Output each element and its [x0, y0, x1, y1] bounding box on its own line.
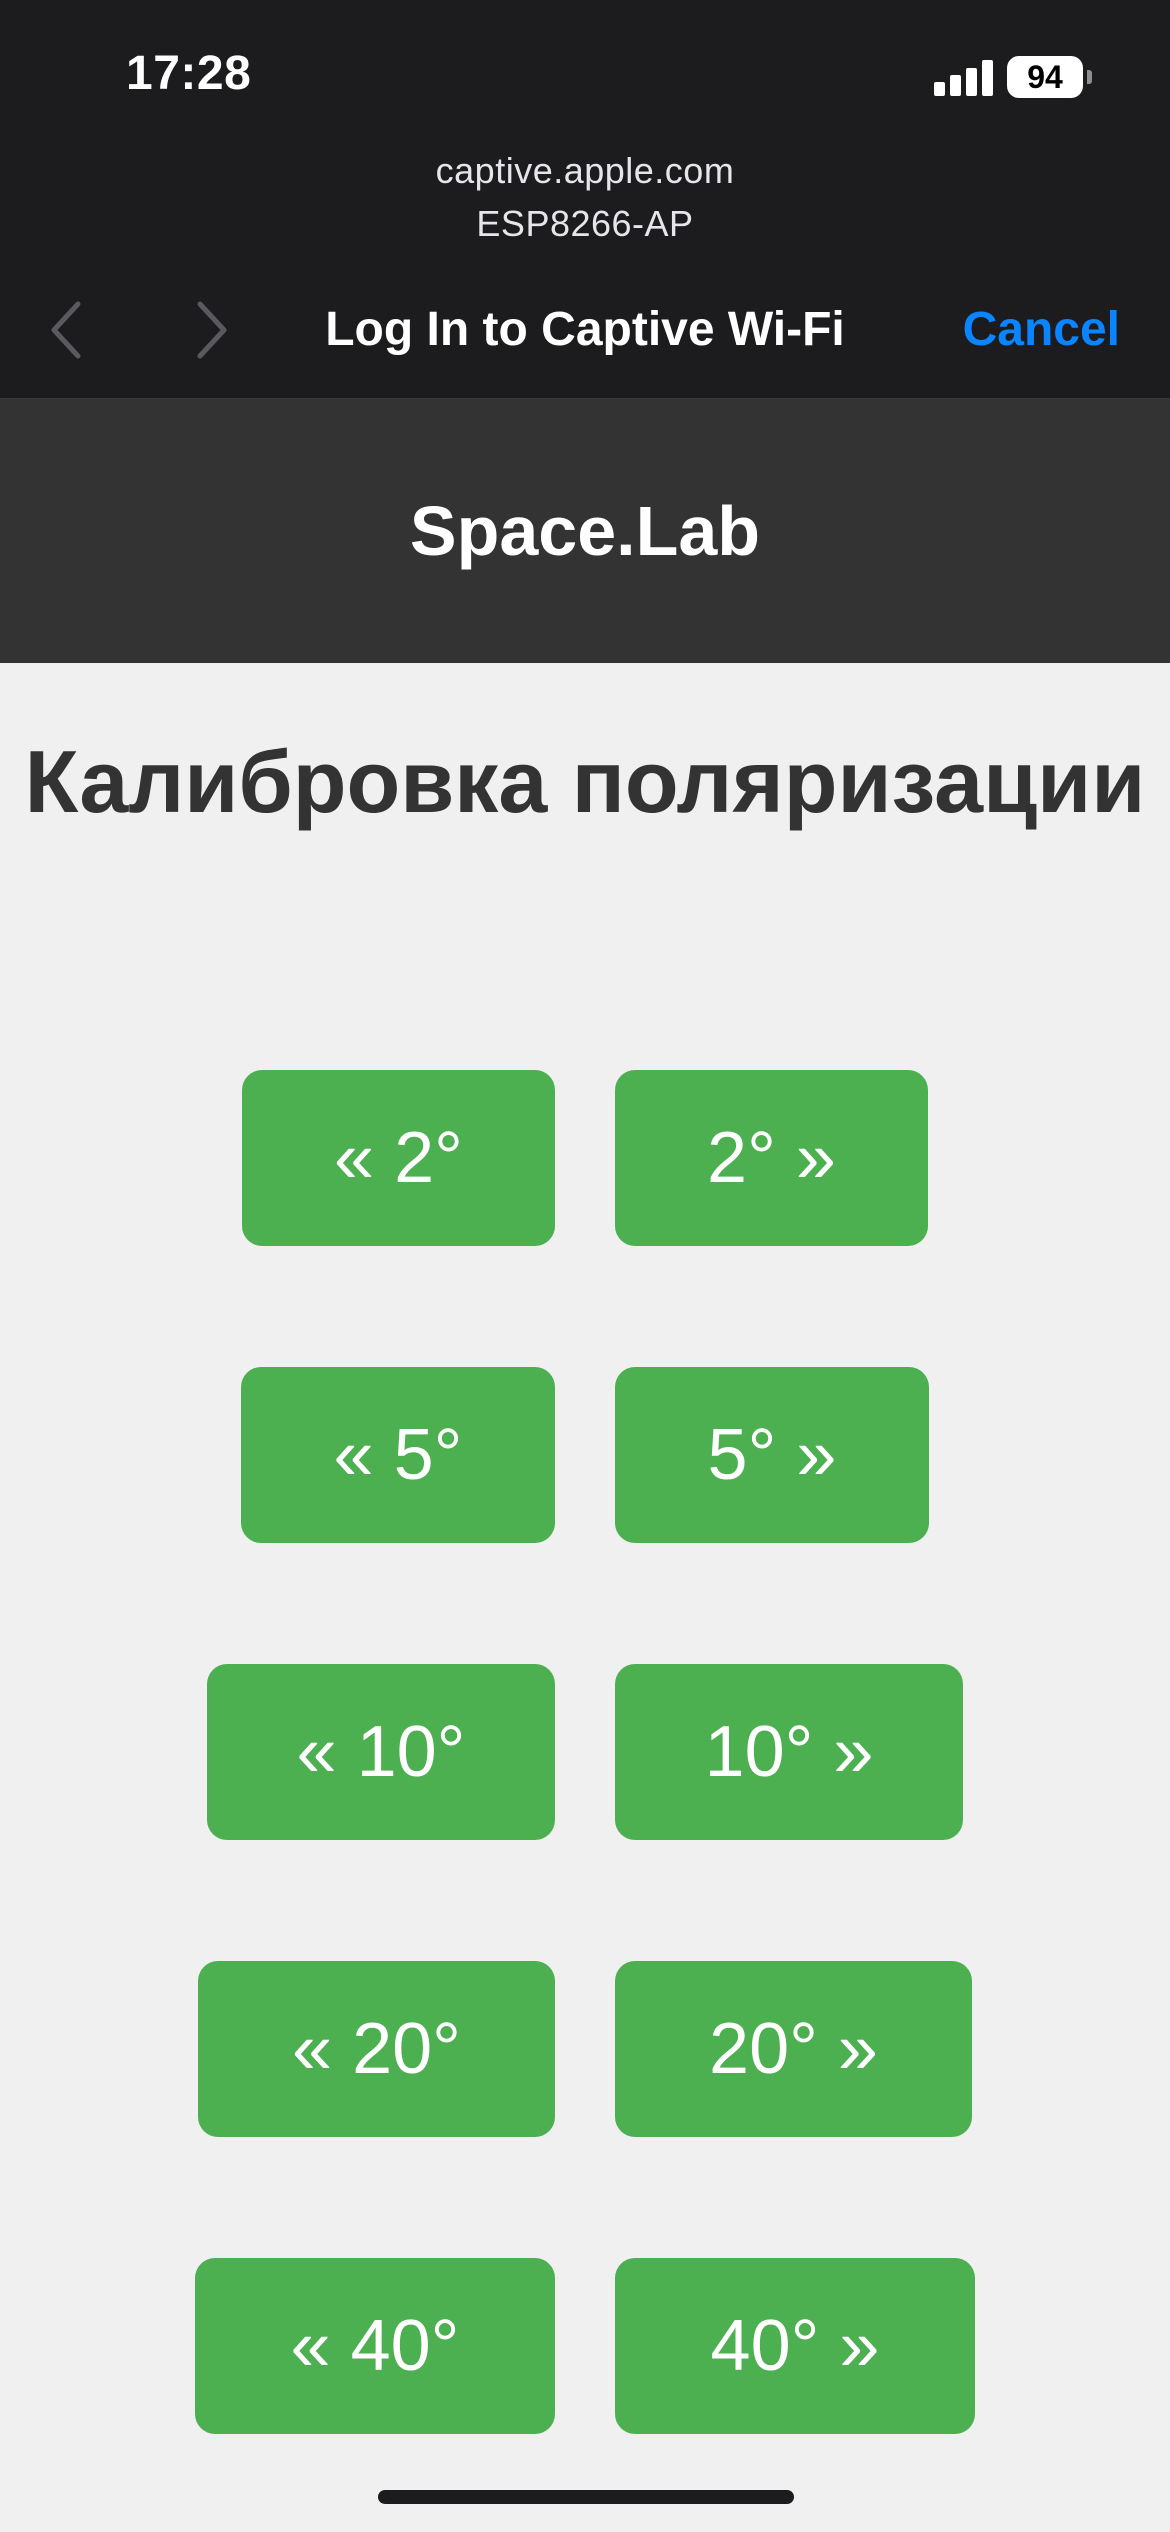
status-time: 17:28 [126, 47, 252, 100]
rotate-left-40-button[interactable]: « 40° [195, 2258, 555, 2434]
rotate-right-10-button[interactable]: 10° » [615, 1664, 963, 1840]
network-name: ESP8266-AP [476, 203, 694, 244]
rotate-left-5-button[interactable]: « 5° [241, 1367, 555, 1543]
url-text: captive.apple.com [435, 150, 735, 191]
rotate-right-2-button[interactable]: 2° » [615, 1070, 928, 1246]
rotate-right-20-button[interactable]: 20° » [615, 1961, 972, 2137]
rotate-left-2-button[interactable]: « 2° [242, 1070, 555, 1246]
rotate-right-40-button[interactable]: 40° » [615, 2258, 975, 2434]
home-indicator[interactable] [378, 2490, 794, 2504]
rotate-right-5-button[interactable]: 5° » [615, 1367, 929, 1543]
page-title-bar: Log In to Captive Wi-Fi [325, 303, 845, 356]
chevron-left-icon[interactable] [38, 298, 98, 362]
site-header: Space.Lab [0, 398, 1170, 663]
cellular-signal-icon [934, 60, 994, 96]
calibration-title: Калибровка поляризации [24, 732, 1146, 831]
brand-title: Space.Lab [409, 492, 761, 570]
rotate-left-20-button[interactable]: « 20° [198, 1961, 555, 2137]
rotate-left-10-button[interactable]: « 10° [207, 1664, 555, 1840]
chevron-right-icon[interactable] [182, 298, 242, 362]
browser-chrome: 17:28 94 captive.apple.com ESP8266-AP Lo… [0, 0, 1170, 398]
battery-tip [1087, 70, 1092, 84]
cancel-button[interactable]: Cancel [963, 302, 1120, 357]
battery-icon: 94 [1007, 56, 1083, 98]
